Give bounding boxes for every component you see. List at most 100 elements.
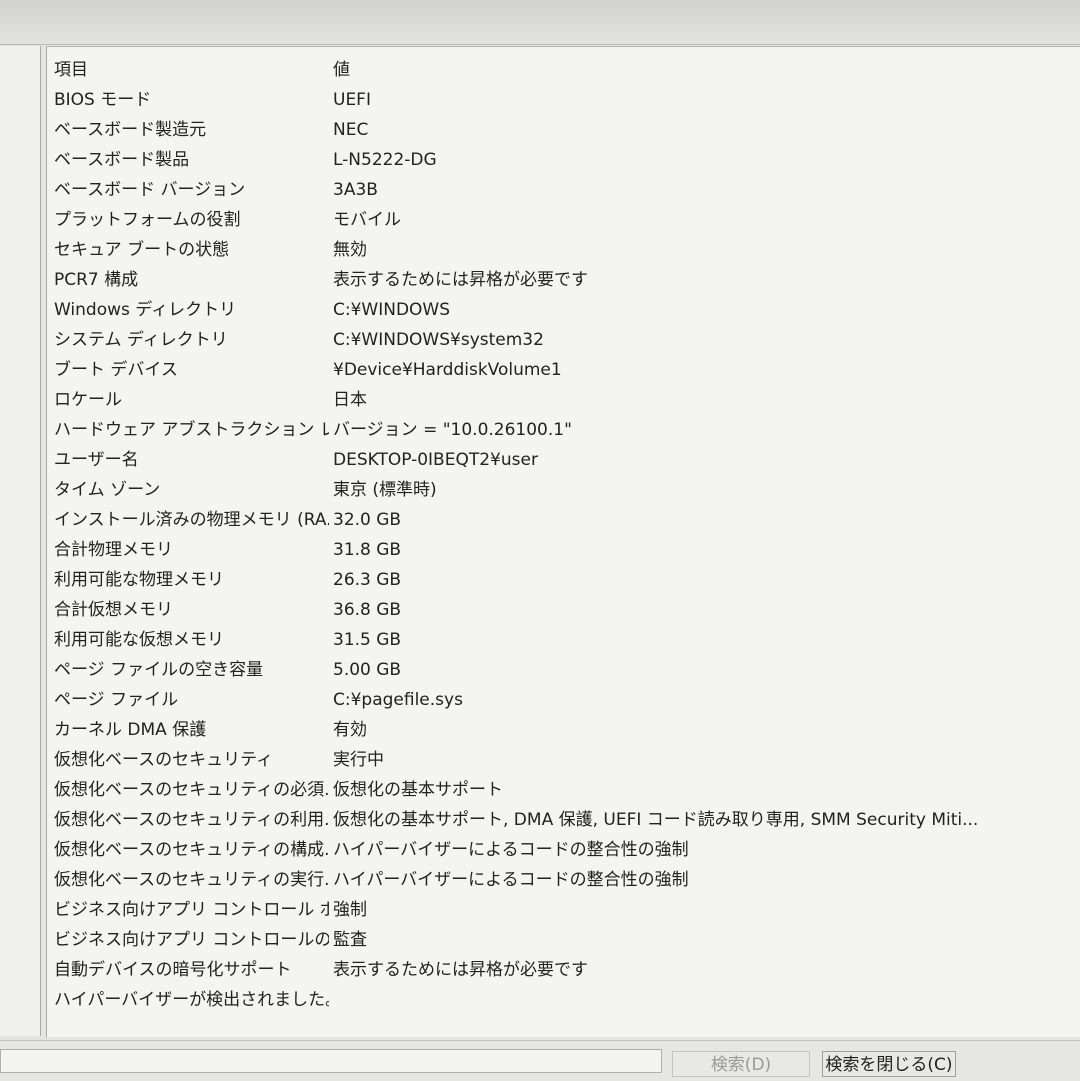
table-row[interactable]: ベースボード製造元 NEC [47,115,1080,145]
search-button[interactable]: 検索(D) [672,1051,810,1077]
table-row[interactable]: 仮想化ベースのセキュリティの利用... 仮想化の基本サポート, DMA 保護, U… [47,805,1080,835]
row-item-value: 仮想化の基本サポート [333,780,503,800]
table-row[interactable]: ベースボード製品 L-N5222-DG [47,145,1080,175]
row-item-value: モバイル [333,210,401,230]
table-row[interactable]: セキュア ブートの状態 無効 [47,235,1080,265]
row-item-value: 監査 [333,930,367,950]
table-row[interactable]: 利用可能な仮想メモリ 31.5 GB [47,625,1080,655]
table-row[interactable]: ハイパーバイザーが検出されました。... [47,985,1080,1015]
table-row[interactable]: 仮想化ベースのセキュリティの実行... ハイパーバイザーによるコードの整合性の強制 [47,865,1080,895]
system-information-window: 項目 値 BIOS モード UEFI ベースボード製造元 NEC ベースボード製品 L-N… [0,0,1080,1081]
row-item-name: ページ ファイルの空き容量 [54,660,264,680]
row-item-name: ベースボード製造元 [54,120,207,140]
row-item-name: 仮想化ベースのセキュリティの実行... [54,870,329,890]
table-row[interactable]: 仮想化ベースのセキュリティの必須... 仮想化の基本サポート [47,775,1080,805]
row-item-value: 日本 [333,390,367,410]
table-row[interactable]: ブート デバイス ¥Device¥HarddiskVolume1 [47,355,1080,385]
row-item-name: 合計物理メモリ [54,540,173,560]
row-item-name: ロケール [54,390,122,410]
row-item-value: 仮想化の基本サポート, DMA 保護, UEFI コード読み取り専用, SMM … [333,810,979,830]
row-item-value: バージョン = "10.0.26100.1" [333,420,572,440]
column-header-item[interactable]: 項目 [54,55,329,85]
row-item-name: 仮想化ベースのセキュリティの必須... [54,780,329,800]
row-item-name: ベースボード バージョン [54,180,246,200]
table-row[interactable]: 仮想化ベースのセキュリティの構成... ハイパーバイザーによるコードの整合性の強制 [47,835,1080,865]
row-item-name: カーネル DMA 保護 [54,720,207,740]
table-row[interactable]: ロケール 日本 [47,385,1080,415]
row-item-value: UEFI [333,90,371,110]
row-item-value: 東京 (標準時) [333,480,437,500]
table-row[interactable]: 仮想化ベースのセキュリティ 実行中 [47,745,1080,775]
row-item-value: 実行中 [333,750,384,770]
row-item-name: ビジネス向けアプリ コントロールのユ... [54,930,329,950]
row-item-value: ¥Device¥HarddiskVolume1 [333,360,562,380]
row-item-value: 31.8 GB [333,540,402,560]
row-item-value: 無効 [333,240,367,260]
row-item-value: ハイパーバイザーによるコードの整合性の強制 [333,840,689,860]
row-item-name: ユーザー名 [54,450,139,470]
category-tree-pane[interactable] [0,46,41,1036]
table-row[interactable]: 利用可能な物理メモリ 26.3 GB [47,565,1080,595]
row-item-name: ビジネス向けアプリ コントロール ポリ... [54,900,329,920]
table-row[interactable]: ビジネス向けアプリ コントロールのユ...監査 [47,925,1080,955]
row-item-name: 仮想化ベースのセキュリティの利用... [54,810,329,830]
close-search-button[interactable]: 検索を閉じる(C) [822,1051,956,1077]
row-item-name: セキュア ブートの状態 [54,240,230,260]
table-row[interactable]: ページ ファイルの空き容量 5.00 GB [47,655,1080,685]
table-row[interactable]: システム ディレクトリ C:¥WINDOWS¥system32 [47,325,1080,355]
row-item-name: Windows ディレクトリ [54,300,237,320]
row-item-value: 26.3 GB [333,570,402,590]
row-item-value: 3A3B [333,180,378,200]
row-item-name: 利用可能な物理メモリ [54,570,224,590]
system-summary-list[interactable]: 項目 値 BIOS モード UEFI ベースボード製造元 NEC ベースボード製品 L-N… [46,46,1080,1037]
row-item-value: 31.5 GB [333,630,402,650]
row-item-value: 36.8 GB [333,600,402,620]
table-row[interactable]: プラットフォームの役割 モバイル [47,205,1080,235]
row-item-name: プラットフォームの役割 [54,210,241,230]
table-row[interactable]: ユーザー名 DESKTOP-0IBEQT2¥user [47,445,1080,475]
row-item-value: 表示するためには昇格が必要です [333,960,588,980]
row-item-name: 仮想化ベースのセキュリティ [54,750,274,770]
row-item-name: タイム ゾーン [54,480,161,500]
table-row[interactable]: 合計仮想メモリ 36.8 GB [47,595,1080,625]
list-header: 項目 値 [47,55,1080,85]
table-row[interactable]: インストール済みの物理メモリ (RA... 32.0 GB [47,505,1080,535]
column-header-value[interactable]: 値 [333,55,1073,85]
row-item-name: ハードウェア アブストラクション レイ... [54,420,329,440]
table-row[interactable]: ページ ファイル C:¥pagefile.sys [47,685,1080,715]
row-item-value: C:¥WINDOWS [333,300,451,320]
row-item-value: L-N5222-DG [333,150,437,170]
row-item-value: DESKTOP-0IBEQT2¥user [333,450,538,470]
row-item-name: インストール済みの物理メモリ (RA... [54,510,329,530]
row-item-name: システム ディレクトリ [54,330,228,350]
row-item-name: BIOS モード [54,90,152,110]
row-item-name: PCR7 構成 [54,270,139,290]
top-toolbar [0,0,1080,45]
row-item-value: ハイパーバイザーによるコードの整合性の強制 [333,870,689,890]
table-row[interactable]: 合計物理メモリ 31.8 GB [47,535,1080,565]
row-item-name: ページ ファイル [54,690,179,710]
table-row[interactable]: タイム ゾーン 東京 (標準時) [47,475,1080,505]
table-row[interactable]: PCR7 構成 表示するためには昇格が必要です [47,265,1080,295]
row-item-name: 利用可能な仮想メモリ [54,630,224,650]
row-item-name: 仮想化ベースのセキュリティの構成... [54,840,329,860]
table-row[interactable]: ベースボード バージョン 3A3B [47,175,1080,205]
row-item-value: 32.0 GB [333,510,402,530]
row-item-name: 合計仮想メモリ [54,600,173,620]
row-item-value: 5.00 GB [333,660,402,680]
search-input[interactable] [0,1049,662,1073]
row-item-value: 有効 [333,720,367,740]
row-item-value: C:¥WINDOWS¥system32 [333,330,544,350]
row-item-value: NEC [333,120,369,140]
table-row[interactable]: ビジネス向けアプリ コントロール ポリ...強制 [47,895,1080,925]
row-item-value: C:¥pagefile.sys [333,690,463,710]
row-item-name: ブート デバイス [54,360,178,380]
table-row[interactable]: カーネル DMA 保護 有効 [47,715,1080,745]
row-item-value: 強制 [333,900,367,920]
search-bar: 検索(D) 検索を閉じる(C) [0,1040,1080,1081]
table-row[interactable]: BIOS モード UEFI [47,85,1080,115]
table-row[interactable]: Windows ディレクトリ C:¥WINDOWS [47,295,1080,325]
table-row[interactable]: 自動デバイスの暗号化サポート 表示するためには昇格が必要です [47,955,1080,985]
row-item-value: 表示するためには昇格が必要です [333,270,588,290]
table-row[interactable]: ハードウェア アブストラクション レイ...バージョン = "10.0.2610… [47,415,1080,445]
